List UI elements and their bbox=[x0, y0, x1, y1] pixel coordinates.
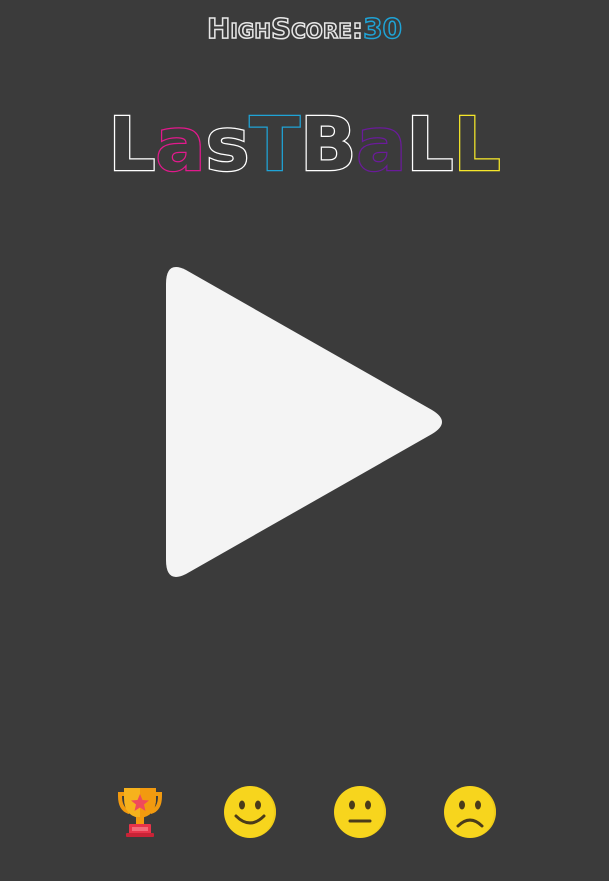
high-score-value: 30 bbox=[362, 11, 403, 46]
title-letter: a bbox=[154, 101, 206, 190]
trophy-button[interactable] bbox=[112, 784, 168, 840]
title-letter: L bbox=[405, 101, 455, 190]
game-title: LasTBaLL bbox=[0, 100, 609, 190]
smile-face-icon bbox=[224, 786, 276, 838]
sad-face-icon bbox=[444, 786, 496, 838]
play-button[interactable] bbox=[160, 262, 450, 582]
play-icon bbox=[166, 267, 442, 577]
high-score: HighScore:30 bbox=[0, 11, 609, 46]
neutral-face-button[interactable] bbox=[332, 784, 388, 840]
trophy-icon bbox=[118, 788, 162, 837]
title-letter: T bbox=[248, 101, 301, 190]
title-letter: s bbox=[204, 101, 251, 190]
title-letter: L bbox=[452, 101, 502, 190]
sad-face-button[interactable] bbox=[442, 784, 498, 840]
title-letter: B bbox=[299, 101, 358, 190]
high-score-label: HighScore: bbox=[206, 11, 364, 46]
title-letter: a bbox=[355, 101, 407, 190]
smile-face-button[interactable] bbox=[222, 784, 278, 840]
title-letter: L bbox=[107, 101, 157, 190]
neutral-face-icon bbox=[334, 786, 386, 838]
bottom-bar bbox=[0, 784, 609, 840]
